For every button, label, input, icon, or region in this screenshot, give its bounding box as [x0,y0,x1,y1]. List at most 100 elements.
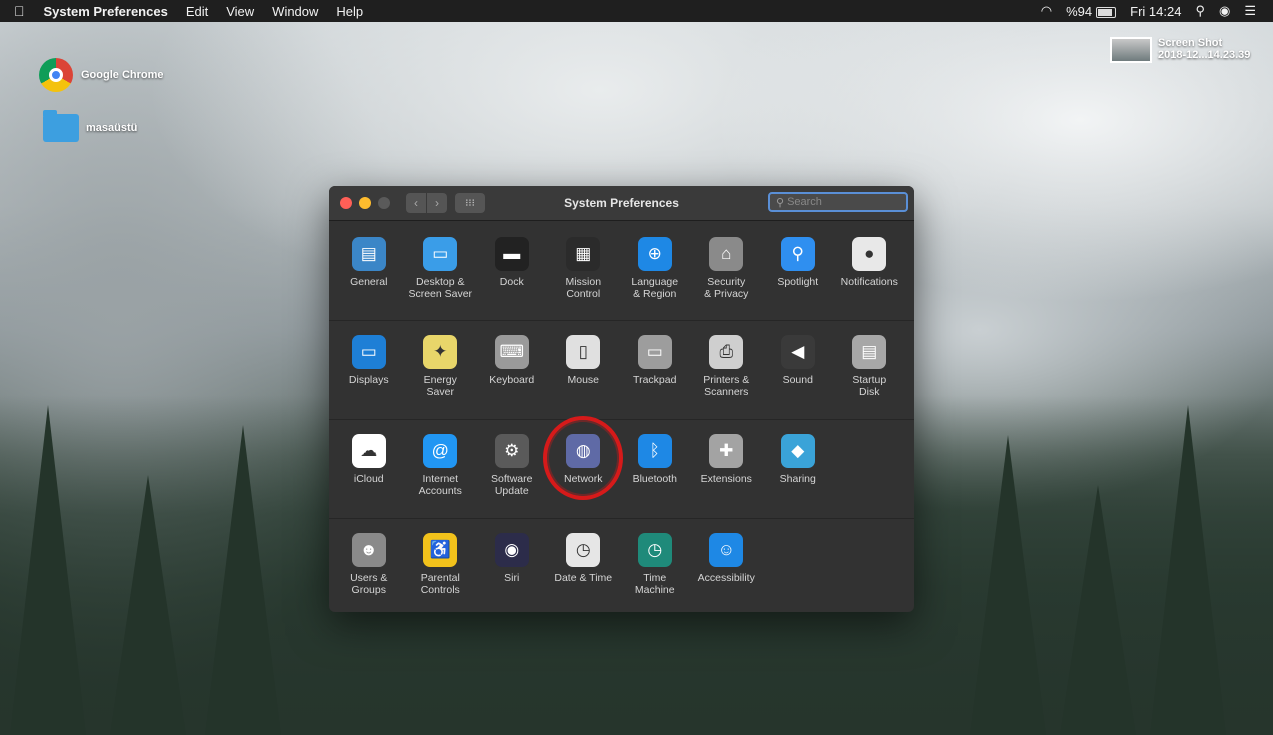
search-field[interactable]: ⚲ [768,192,908,212]
general-icon: ▤ [351,237,386,271]
search-icon: ⚲ [776,196,785,209]
pref-label: Startup Disk [852,374,887,398]
pref-gear[interactable]: ⚙ Software Update [476,434,548,518]
system-preferences-window: ‹ › ⁝⁝⁝ System Preferences ⚲ ▤ General ▭ De… [329,186,914,612]
pref-label: Dock [499,276,524,288]
menu-bar:  System Preferences Edit View Window He… [0,0,1273,22]
preference-row: ☻ Users & Groups ♿ Parental Controls ◉ Siri ◷ D… [329,519,914,612]
pref-printer[interactable]: ⎙ Printers & Scanners [691,335,763,419]
pref-lightbulb[interactable]: ✦ Energy Saver [405,335,477,419]
time-machine-icon: ◷ [637,533,672,567]
pref-label: Desktop & Screen Saver [408,276,473,300]
pref-label: Energy Saver [423,374,457,398]
tree-shape [110,475,186,735]
network-highlight-circle [543,416,623,500]
menu-view[interactable]: View [217,4,263,19]
pref-label: Security & Privacy [704,276,749,300]
minimize-button[interactable] [359,197,371,209]
preference-row: ☁ iCloud @ Internet Accounts ⚙ Software Updat… [329,420,914,519]
show-all-button[interactable]: ⁝⁝⁝ [455,193,485,213]
pref-label: Sound [782,374,813,386]
pref-mouse[interactable]: ▯ Mouse [548,335,620,419]
pref-label: Spotlight [777,276,819,288]
lightbulb-icon: ✦ [423,335,458,369]
preference-row: ▤ General ▭ Desktop & Screen Saver ▬ Dock ▦ Mis… [329,221,914,321]
pref-label: Sharing [779,473,816,485]
menu-edit[interactable]: Edit [177,4,217,19]
pref-keyboard[interactable]: ⌨ Keyboard [476,335,548,419]
screenshot-name: Screen Shot [1158,37,1223,49]
pref-dock[interactable]: ▬ Dock [476,237,548,320]
siri-icon: ◉ [494,533,529,567]
search-input[interactable] [784,196,898,208]
pref-hard-disk[interactable]: ▤ Startup Disk [834,335,906,419]
back-button[interactable]: ‹ [406,193,427,213]
app-menu[interactable]: System Preferences [35,4,177,19]
pref-clock-calendar[interactable]: ◷ Date & Time [548,533,620,612]
zoom-button[interactable] [378,197,390,209]
pref-puzzle[interactable]: ✚ Extensions [691,434,763,518]
tree-shape [1150,405,1226,735]
pref-siri[interactable]: ◉ Siri [476,533,548,612]
wifi-icon[interactable]: ◠ [1034,3,1059,19]
sharing-folder-icon: ◆ [780,434,815,468]
pref-spotlight[interactable]: ⚲ Spotlight [762,237,834,320]
pref-label: General [350,276,388,288]
battery-status[interactable]: %94 [1059,4,1123,19]
tree-shape [970,435,1046,735]
tree-shape [1060,485,1136,735]
pref-general[interactable]: ▤ General [333,237,405,320]
tree-shape [205,425,281,735]
puzzle-icon: ✚ [709,434,744,468]
dock-icon: ▬ [494,237,529,271]
bluetooth-icon: ᛒ [637,434,672,468]
menu-help[interactable]: Help [327,4,372,19]
pref-icloud[interactable]: ☁ iCloud [333,434,405,518]
globe-flag-icon: ⊕ [637,237,672,271]
pref-globe-flag[interactable]: ⊕ Language & Region [619,237,691,320]
pref-at-sign[interactable]: @ Internet Accounts [405,434,477,518]
spotlight-search-icon[interactable]: ⚲ [1188,3,1212,19]
pref-label: Accessibility [697,572,755,584]
screenshot-thumbnail-icon [1110,37,1152,63]
pref-label: Siri [504,572,520,584]
pref-parental-controls[interactable]: ♿ Parental Controls [405,533,477,612]
parental-controls-icon: ♿ [423,533,458,567]
trackpad-icon: ▭ [637,335,672,369]
pref-label: Extensions [700,473,752,485]
pref-label: Bluetooth [632,473,677,485]
menu-window[interactable]: Window [263,4,327,19]
pref-label: Software Update [491,473,533,497]
desktop-item-folder[interactable]: masaüstü [43,110,137,142]
pref-house-lock[interactable]: ⌂ Security & Privacy [691,237,763,320]
house-lock-icon: ⌂ [709,237,744,271]
chrome-icon [39,58,73,92]
close-button[interactable] [340,197,352,209]
notifications-icon: ● [852,237,887,271]
forward-button[interactable]: › [427,193,447,213]
printer-icon: ⎙ [709,335,744,369]
pref-sharing-folder[interactable]: ◆ Sharing [762,434,834,518]
pref-display[interactable]: ▭ Displays [333,335,405,419]
pref-trackpad[interactable]: ▭ Trackpad [619,335,691,419]
siri-menu-icon[interactable]: ◉ [1212,3,1237,19]
pref-time-machine[interactable]: ◷ Time Machine [619,533,691,612]
screenshot-date: 2018-12...14.23.39 [1158,49,1251,61]
spotlight-icon: ⚲ [780,237,815,271]
pref-speaker[interactable]: ◀ Sound [762,335,834,419]
pref-desktop[interactable]: ▭ Desktop & Screen Saver [405,237,477,320]
notification-center-icon[interactable]: ☰ [1237,3,1263,19]
desktop-item-chrome[interactable]: Google Chrome [39,58,164,92]
apple-menu-icon[interactable]:  [0,3,35,19]
window-titlebar[interactable]: ‹ › ⁝⁝⁝ System Preferences ⚲ [329,186,914,221]
pref-bluetooth[interactable]: ᛒ Bluetooth [619,434,691,518]
clock[interactable]: Fri 14:24 [1123,4,1188,19]
pref-users[interactable]: ☻ Users & Groups [333,533,405,612]
pref-notifications[interactable]: ● Notifications [834,237,906,320]
desktop-item-screenshot[interactable]: Screen Shot 2018-12...14.23.39 [1110,37,1250,63]
mouse-icon: ▯ [566,335,601,369]
pref-accessibility[interactable]: ☺ Accessibility [691,533,763,612]
pref-mission-control[interactable]: ▦ Mission Control [548,237,620,320]
clock-calendar-icon: ◷ [566,533,601,567]
pref-label: Notifications [840,276,898,288]
